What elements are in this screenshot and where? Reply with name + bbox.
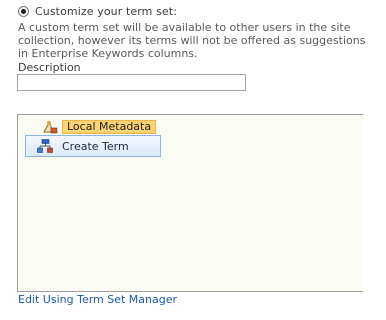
context-menu: Create Term bbox=[25, 135, 161, 157]
tree-node-label[interactable]: Local Metadata bbox=[62, 120, 157, 134]
menu-item-create-term[interactable]: Create Term bbox=[26, 139, 129, 153]
radio-label: Customize your term set: bbox=[35, 4, 178, 18]
tree-node-local-metadata[interactable]: Local Metadata bbox=[42, 120, 157, 134]
customize-radio-option[interactable]: Customize your term set: bbox=[18, 4, 177, 18]
description-label: Description bbox=[18, 61, 81, 74]
radio-button[interactable] bbox=[18, 5, 29, 17]
radio-selected-dot bbox=[21, 8, 26, 14]
description-input[interactable] bbox=[17, 74, 246, 91]
term-set-tree[interactable]: Local Metadata Create Term bbox=[17, 114, 363, 292]
menu-item-label: Create Term bbox=[62, 139, 129, 153]
edit-term-set-manager-link[interactable]: Edit Using Term Set Manager bbox=[18, 293, 177, 306]
description-text: A custom term set will be available to o… bbox=[18, 21, 366, 60]
term-set-icon bbox=[43, 121, 58, 134]
create-term-icon bbox=[37, 139, 53, 153]
